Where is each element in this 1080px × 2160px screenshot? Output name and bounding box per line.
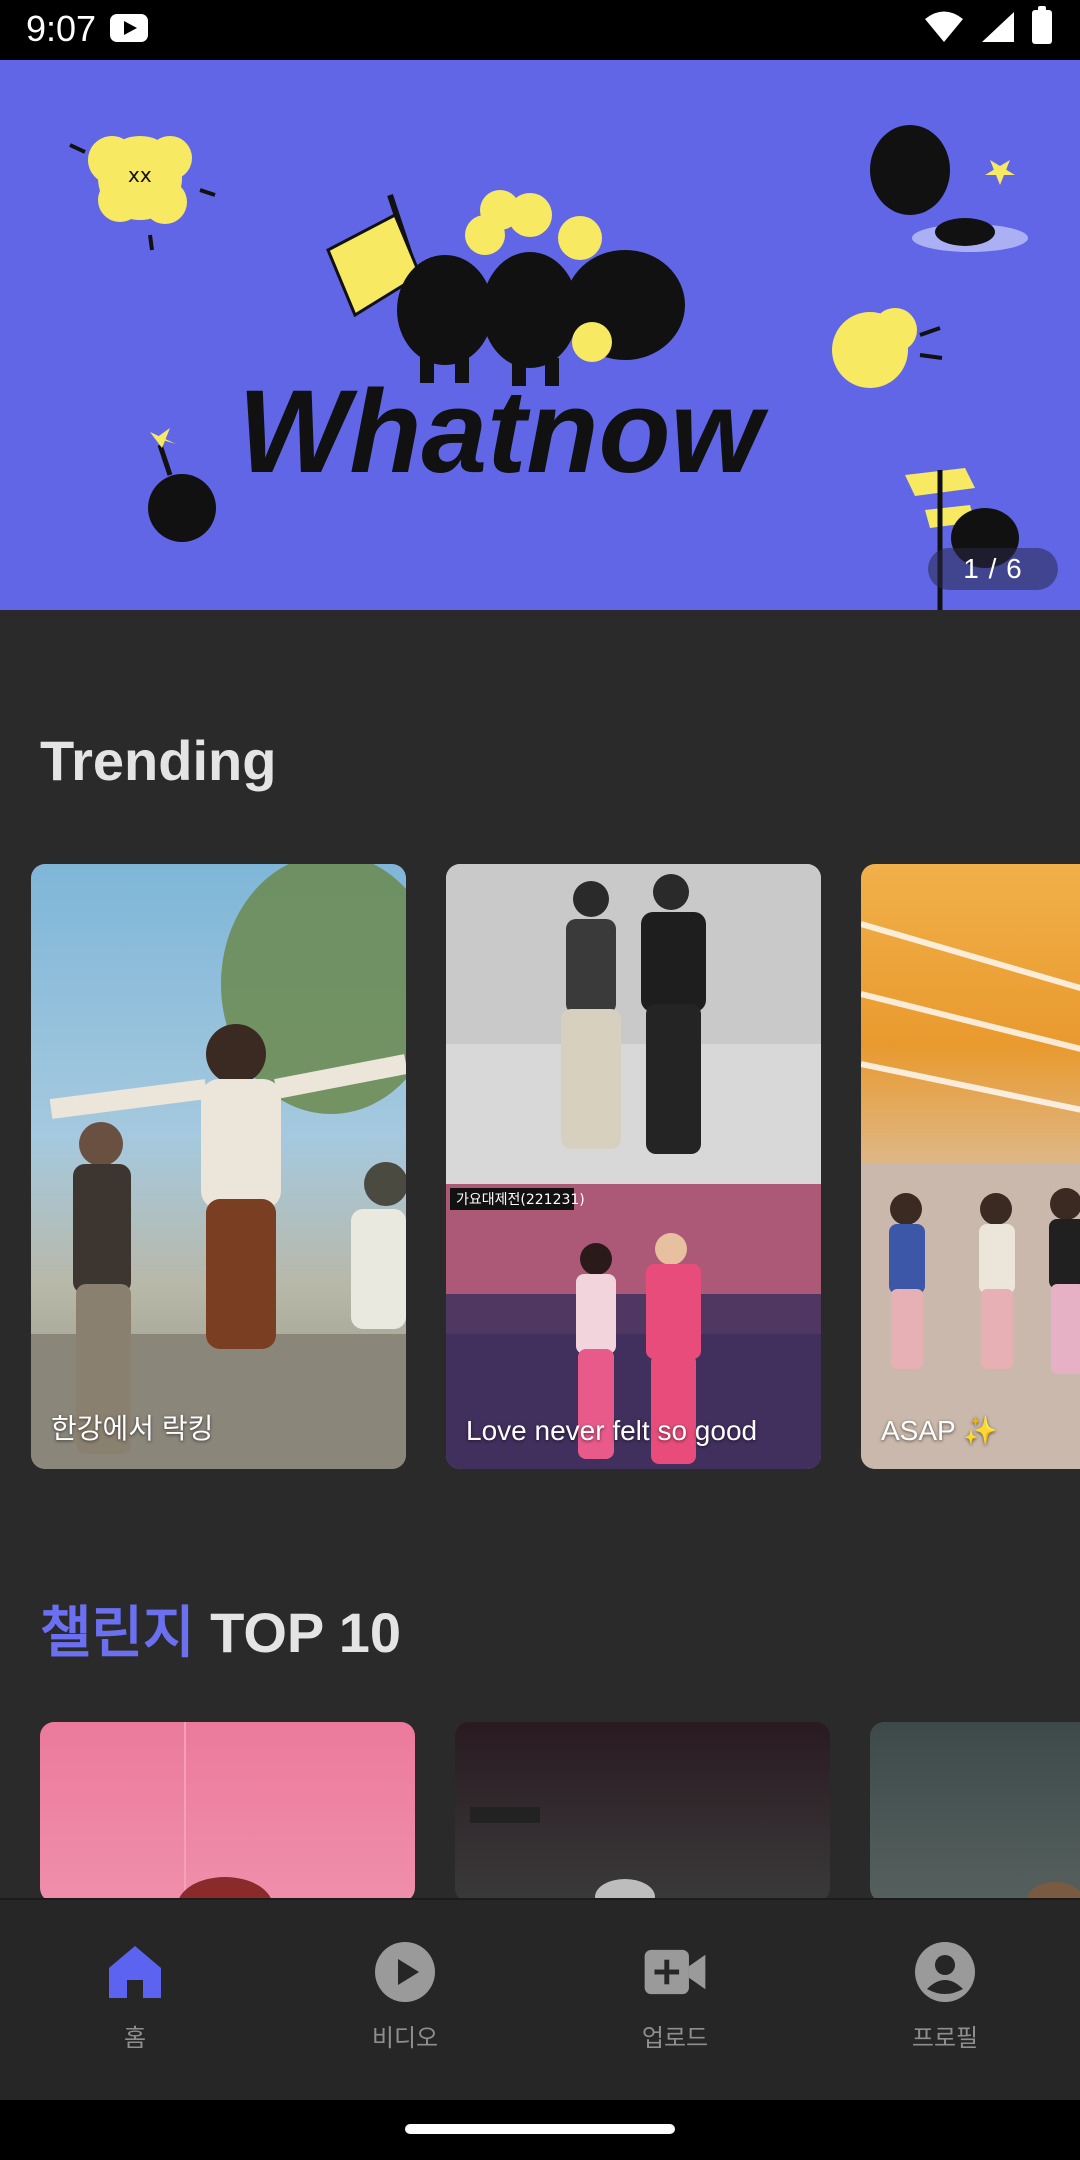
nav-label-video: 비디오 <box>371 2025 439 2052</box>
challenge-top10-title: 챌린지 TOP 10 <box>40 1588 401 1669</box>
nav-item-upload[interactable]: 업로드 <box>540 1900 810 2100</box>
trending-card[interactable]: 한강에서 락킹 <box>31 864 406 1469</box>
characters-icon <box>397 190 685 386</box>
trending-thumbnail-image <box>31 864 406 1469</box>
banner-logo-text: Whatnow <box>238 366 770 498</box>
trending-thumbnail-image <box>861 921 1080 1469</box>
trending-card[interactable]: ASAP ✨ <box>861 864 1080 1469</box>
video-add-icon <box>643 1940 707 2004</box>
challenge-thumbnail-image <box>1027 1882 1080 1902</box>
trending-thumbnail-image: 가요대제전(221231) <box>446 864 821 1469</box>
youtube-notification-icon <box>110 14 148 42</box>
nav-label-profile: 프로필 <box>911 2025 979 2052</box>
challenge-thumbnail-image <box>177 1722 273 1902</box>
battery-icon <box>1032 6 1052 44</box>
bottom-navigation: 홈 비디오 업로드 프로필 <box>0 1898 1080 2100</box>
svg-text:xx: xx <box>128 163 152 187</box>
nav-item-video[interactable]: 비디오 <box>270 1900 540 2100</box>
challenge-title-rest: TOP 10 <box>194 1601 402 1664</box>
challenge-card[interactable] <box>870 1722 1080 1902</box>
cheering-character-icon <box>870 125 1028 252</box>
challenge-card[interactable] <box>455 1722 830 1902</box>
account-circle-icon <box>913 1940 977 2004</box>
trending-card-caption: 한강에서 락킹 <box>51 1413 214 1444</box>
trending-overlay-tag: 가요대제전(221231) <box>456 1192 585 1208</box>
explosion-icon: xx <box>69 136 216 251</box>
bomb-icon <box>148 428 216 542</box>
banner-illustration: xx Whatnow <box>69 125 1028 610</box>
trending-card-caption: ASAP ✨ <box>881 1415 998 1446</box>
trending-title: Trending <box>40 729 277 792</box>
banner-page-counter: 1 / 6 <box>928 548 1058 590</box>
play-circle-icon <box>373 1940 437 2004</box>
challenge-title-accent: 챌린지 <box>40 1601 195 1664</box>
status-bar: 9:07 <box>0 0 1080 60</box>
nav-item-profile[interactable]: 프로필 <box>810 1900 1080 2100</box>
signal-icon <box>982 12 1014 42</box>
nav-item-home[interactable]: 홈 <box>0 1900 270 2100</box>
banner-carousel[interactable]: xx Whatnow 1 / 6 <box>0 60 1080 610</box>
trending-card-caption: Love never felt so good <box>466 1415 758 1446</box>
shout-icon <box>832 308 943 388</box>
challenge-card[interactable] <box>40 1722 415 1902</box>
home-gesture-bar[interactable] <box>405 2124 675 2134</box>
nav-label-home: 홈 <box>123 2025 147 2052</box>
status-icons <box>924 6 1052 44</box>
home-icon <box>103 1940 167 2004</box>
status-time: 9:07 <box>26 8 97 49</box>
challenge-thumbnail-image <box>470 1807 655 1902</box>
wifi-icon <box>925 11 963 42</box>
nav-label-upload: 업로드 <box>641 2025 709 2052</box>
system-gesture-area <box>0 2100 1080 2160</box>
trending-card[interactable]: 가요대제전(221231) Love never felt so good <box>446 864 821 1469</box>
